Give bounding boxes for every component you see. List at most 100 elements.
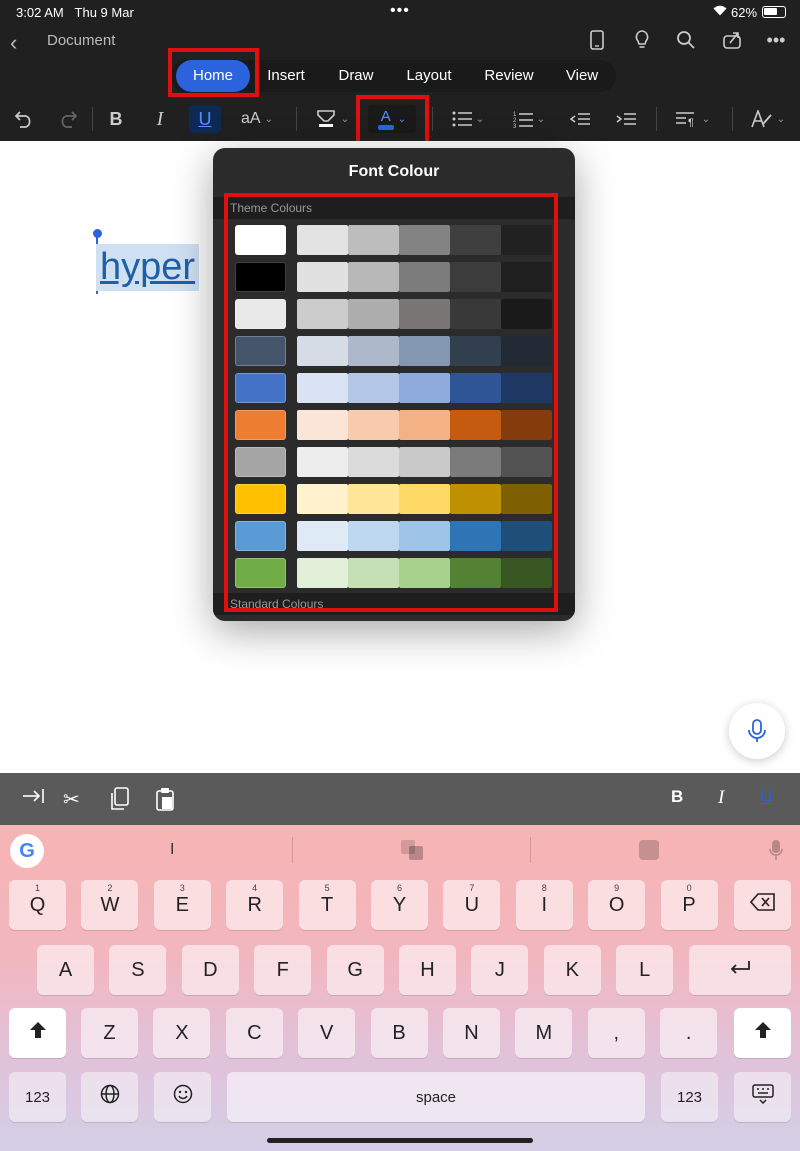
- key-z[interactable]: Z: [81, 1008, 138, 1058]
- key-y[interactable]: 6Y: [371, 880, 428, 930]
- font-colour-highlight: [356, 95, 429, 145]
- cut-icon[interactable]: ✂: [63, 787, 80, 812]
- key-w[interactable]: 2W: [81, 880, 139, 930]
- keyboard-accessory-bar: ✂ B I U: [0, 773, 800, 825]
- dictate-button[interactable]: [729, 703, 785, 759]
- keyboard: G I 1Q2W3E4R5T6Y7U8I9O0PASDFGHJKLZXCVBNM…: [0, 825, 800, 1151]
- key-c[interactable]: C: [225, 1008, 283, 1058]
- underline-icon[interactable]: U: [189, 105, 221, 133]
- toolbar-divider: [732, 107, 733, 131]
- multitask-dots-icon[interactable]: •••: [390, 2, 410, 20]
- microphone-icon: [748, 719, 766, 742]
- key-g[interactable]: G: [326, 945, 384, 995]
- accessory-italic-button[interactable]: I: [718, 787, 724, 809]
- key-number-hint: 1: [34, 883, 40, 893]
- toolbar-divider: [432, 107, 433, 131]
- numbers-key-right[interactable]: 123: [661, 1072, 718, 1122]
- space-key[interactable]: space: [227, 1072, 645, 1122]
- globe-key[interactable]: [81, 1072, 138, 1122]
- key-period[interactable]: .: [660, 1008, 718, 1058]
- lightbulb-icon[interactable]: [630, 28, 654, 52]
- italic-icon[interactable]: I: [148, 105, 172, 133]
- numbers-key-left[interactable]: 123: [9, 1072, 66, 1122]
- tab-layout[interactable]: Layout: [396, 60, 462, 92]
- key-h[interactable]: H: [399, 945, 456, 995]
- emoji-key[interactable]: [154, 1072, 211, 1122]
- status-time: 3:02 AM Thu 9 Mar: [16, 5, 134, 20]
- key-d[interactable]: D: [181, 945, 239, 995]
- key-s[interactable]: S: [109, 945, 167, 995]
- key-number-hint: 9: [614, 883, 620, 893]
- key-o[interactable]: 9O: [588, 880, 646, 930]
- key-i[interactable]: 8I: [515, 880, 573, 930]
- svg-text:3: 3: [513, 124, 517, 128]
- key-number-hint: 0: [686, 883, 692, 893]
- shift-key-right[interactable]: [734, 1008, 791, 1058]
- key-x[interactable]: X: [153, 1008, 211, 1058]
- key-p[interactable]: 0P: [660, 880, 718, 930]
- key-number-hint: 6: [396, 883, 402, 893]
- document-title[interactable]: Document: [47, 32, 115, 49]
- shift-key-left[interactable]: [9, 1008, 66, 1058]
- paragraph-formatting-icon[interactable]: ¶ ⌄: [672, 105, 714, 133]
- key-number-hint: 4: [252, 883, 258, 893]
- tab-indent-icon[interactable]: [22, 787, 46, 811]
- key-b[interactable]: B: [370, 1008, 428, 1058]
- toolbar-divider: [656, 107, 657, 131]
- share-icon[interactable]: [720, 28, 744, 52]
- tab-view[interactable]: View: [556, 60, 608, 92]
- backspace-key[interactable]: [734, 880, 791, 930]
- key-l[interactable]: L: [616, 945, 674, 995]
- search-icon[interactable]: [674, 28, 698, 52]
- toolbar-divider: [296, 107, 297, 131]
- paste-icon[interactable]: [155, 787, 175, 817]
- key-q[interactable]: 1Q: [9, 880, 66, 930]
- toolbar-divider: [92, 107, 93, 131]
- font-size-icon[interactable]: aA ⌄: [236, 105, 278, 133]
- key-area: 1 Q 2 W 3 E 4 R 5 T 6 Y 7 U 8 I 9 O 0 P A S D F G H J K L Z X C V B N M,. 12…: [0, 825, 800, 1151]
- increase-indent-icon[interactable]: [614, 105, 638, 133]
- key-j[interactable]: J: [471, 945, 529, 995]
- key-number-hint: 8: [541, 883, 547, 893]
- return-key[interactable]: [689, 945, 791, 995]
- key-a[interactable]: A: [37, 945, 94, 995]
- styles-icon[interactable]: ⌄: [748, 105, 788, 133]
- highlighter-icon[interactable]: ⌄: [312, 105, 352, 133]
- key-f[interactable]: F: [254, 945, 312, 995]
- key-number-hint: 7: [469, 883, 475, 893]
- tab-insert[interactable]: Insert: [254, 60, 318, 92]
- key-v[interactable]: V: [298, 1008, 356, 1058]
- key-comma[interactable]: ,: [587, 1008, 645, 1058]
- dismiss-keyboard-key[interactable]: [734, 1072, 791, 1122]
- key-t[interactable]: 5T: [298, 880, 356, 930]
- battery-icon: [762, 6, 786, 18]
- key-e[interactable]: 3E: [153, 880, 211, 930]
- decrease-indent-icon[interactable]: [568, 105, 592, 133]
- home-indicator[interactable]: [267, 1138, 533, 1143]
- undo-icon[interactable]: [12, 105, 36, 133]
- accessory-bold-button[interactable]: B: [671, 787, 683, 807]
- key-r[interactable]: 4R: [226, 880, 284, 930]
- selected-text[interactable]: hyper: [96, 244, 200, 291]
- bullet-list-icon[interactable]: ⌄: [448, 105, 488, 133]
- mobile-view-icon[interactable]: [585, 28, 609, 52]
- copy-icon[interactable]: [110, 787, 130, 817]
- key-n[interactable]: N: [443, 1008, 500, 1058]
- back-chevron-icon[interactable]: ‹: [10, 30, 17, 56]
- redo-icon[interactable]: [56, 105, 80, 133]
- status-bar: 3:02 AM Thu 9 Mar ••• 62%: [0, 0, 800, 24]
- tab-draw[interactable]: Draw: [326, 60, 386, 92]
- key-number-hint: 3: [179, 883, 185, 893]
- title-bar: ‹ Document •••: [0, 24, 800, 58]
- more-options-icon[interactable]: •••: [764, 28, 788, 52]
- key-u[interactable]: 7U: [443, 880, 501, 930]
- accessory-underline-button[interactable]: U: [760, 787, 772, 807]
- battery-percent: 62%: [731, 5, 758, 20]
- bold-icon[interactable]: B: [104, 105, 128, 133]
- numbered-list-icon[interactable]: 1 2 3 ⌄: [508, 105, 550, 133]
- key-m[interactable]: M: [515, 1008, 573, 1058]
- tab-review[interactable]: Review: [474, 60, 544, 92]
- theme-colours-highlight: [224, 193, 558, 612]
- key-k[interactable]: K: [543, 945, 601, 995]
- key-number-hint: 2: [107, 883, 113, 893]
